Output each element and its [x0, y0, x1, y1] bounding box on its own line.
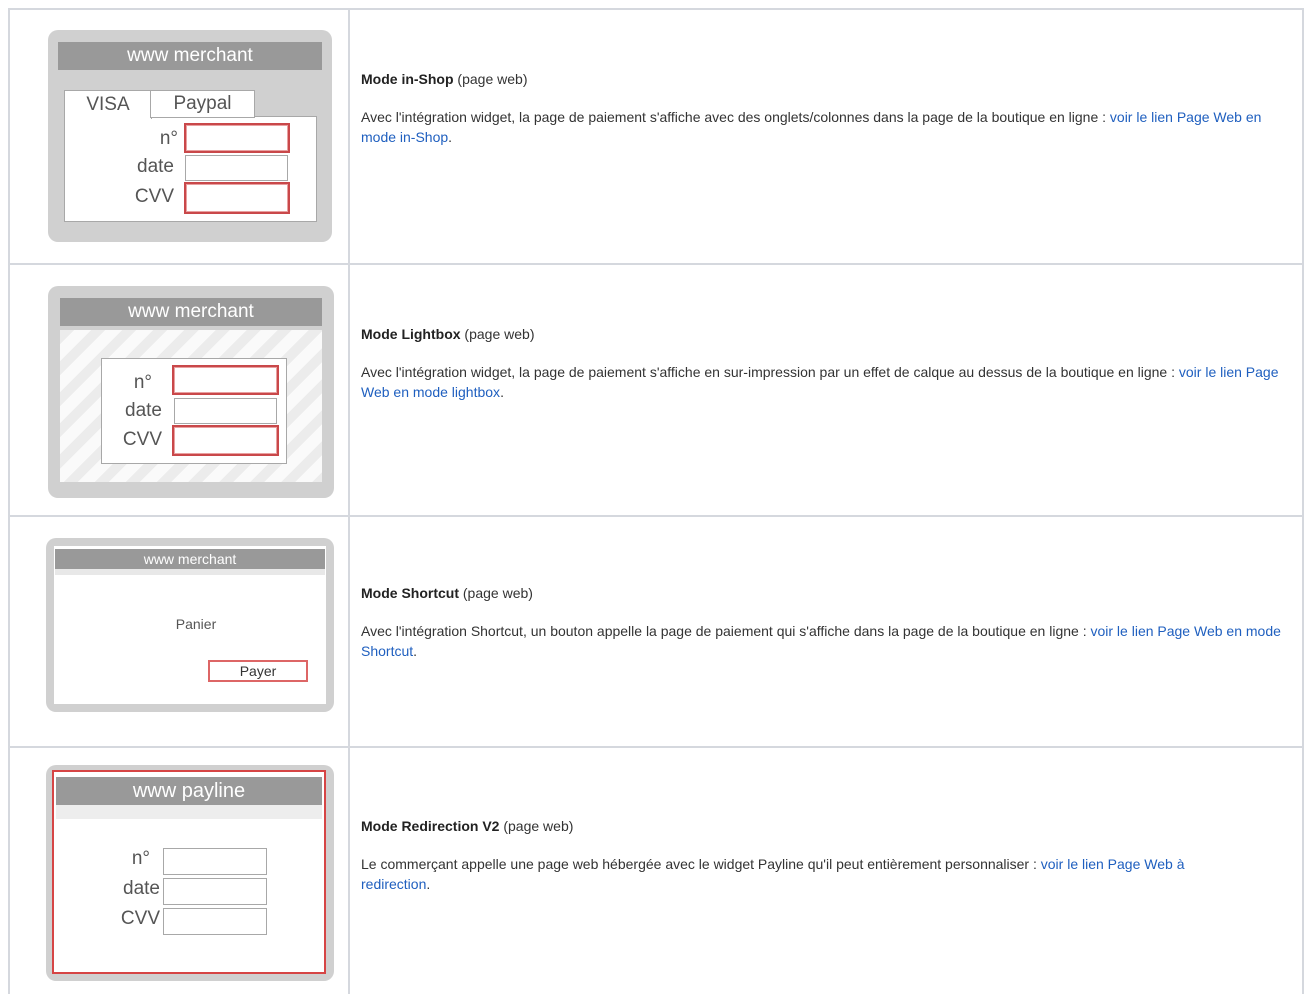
mode-suffix: (page web) [453, 71, 528, 87]
shortcut-description: Mode Shortcut (page web) Avec l'intégrat… [361, 585, 1281, 659]
mode-description: Avec l'intégration widget, la page de pa… [361, 109, 1110, 125]
table-border-left [8, 8, 10, 994]
column-divider [348, 8, 350, 994]
browser-title-bar: www merchant [60, 298, 322, 326]
mode-description: Le commerçant appelle une page web héber… [361, 856, 1041, 872]
redirection-illustration: www payline n° date CVV [46, 765, 334, 981]
cvv-field [163, 908, 267, 935]
lightbox-illustration: www merchant n° date CVV [48, 286, 334, 498]
mode-title: Mode Lightbox [361, 326, 461, 342]
card-number-label: n° [133, 372, 152, 393]
date-field [185, 155, 288, 181]
cart-label: Panier [175, 616, 217, 632]
card-number-label: n° [159, 128, 178, 149]
mode-suffix: (page web) [459, 585, 533, 601]
cvv-field [184, 182, 290, 214]
date-label: date [125, 400, 162, 421]
date-field [163, 878, 267, 905]
cvv-label: CVV [134, 186, 174, 207]
card-number-field [184, 123, 290, 153]
tab-visa: VISA [64, 90, 152, 119]
row-divider [8, 515, 1304, 517]
redirection-description: Mode Redirection V2 (page web) Le commer… [361, 818, 1185, 892]
browser-title-bar: www merchant [55, 549, 325, 569]
mode-title: Mode Shortcut [361, 585, 459, 601]
mode-suffix: (page web) [499, 818, 574, 834]
card-number-field [163, 848, 267, 875]
cvv-label: CVV [122, 429, 162, 450]
cvv-label: CVV [120, 908, 160, 929]
shortcut-illustration: www merchant Panier Payer [46, 538, 334, 712]
inshop-description: Mode in-Shop (page web) Avec l'intégrati… [361, 71, 1262, 145]
lightbox-description: Mode Lightbox (page web) Avec l'intégrat… [361, 326, 1279, 400]
card-number-field [172, 365, 279, 395]
mode-title: Mode in-Shop [361, 71, 454, 87]
row-divider [8, 263, 1304, 265]
browser-title-bar: www merchant [58, 42, 322, 70]
inshop-illustration: www merchant VISA Paypal n° date CVV [48, 30, 332, 242]
pay-button: Payer [208, 660, 308, 682]
mode-description: Avec l'intégration Shortcut, un bouton a… [361, 623, 1091, 639]
mode-description: Avec l'intégration widget, la page de pa… [361, 364, 1179, 380]
date-label: date [123, 878, 160, 899]
cvv-field [172, 425, 279, 456]
mode-suffix: (page web) [460, 326, 535, 342]
date-label: date [137, 156, 174, 177]
tab-paypal: Paypal [150, 90, 255, 118]
row-divider [8, 746, 1304, 748]
mode-title: Mode Redirection V2 [361, 818, 500, 834]
modes-table: www merchant VISA Paypal n° date CVV Mod… [8, 8, 1304, 994]
browser-title-bar: www payline [56, 777, 322, 805]
date-field [174, 398, 277, 424]
card-number-label: n° [131, 848, 150, 869]
table-border-top [8, 8, 1304, 10]
